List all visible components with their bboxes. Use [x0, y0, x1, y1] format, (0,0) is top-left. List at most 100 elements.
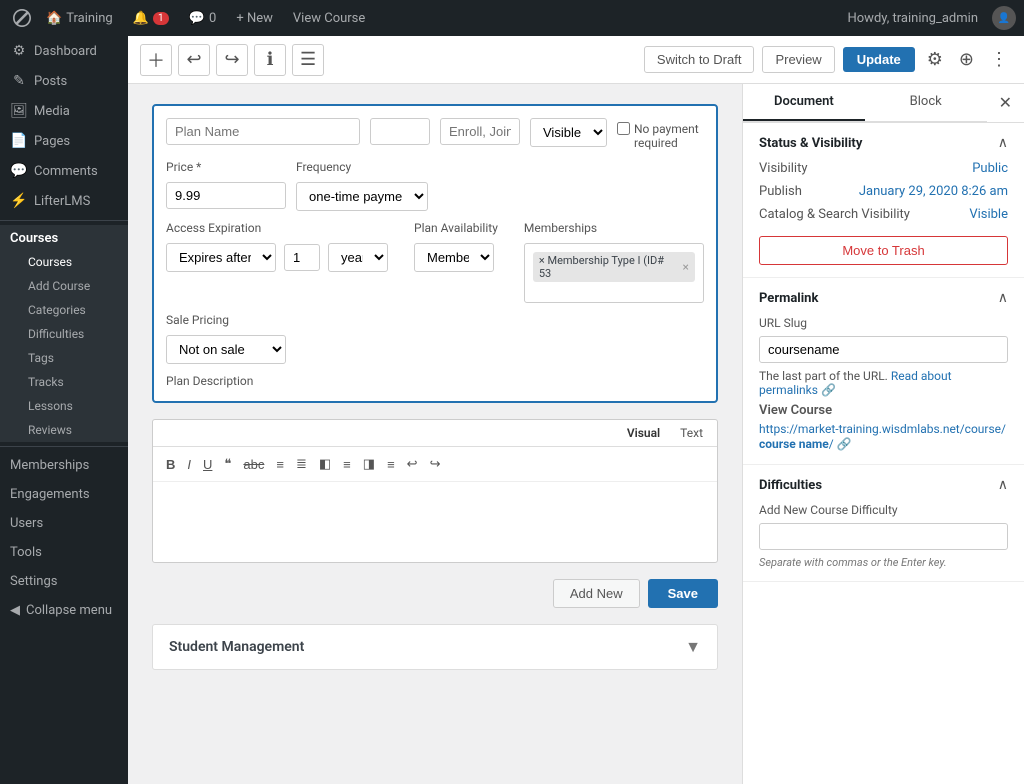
list-view-button[interactable]: ☰	[292, 44, 324, 76]
blockquote-button[interactable]: ❝	[219, 453, 236, 475]
plan-visible-select[interactable]: Visible	[530, 118, 607, 147]
sale-pricing-select[interactable]: Not on sale	[166, 335, 286, 364]
wp-logo[interactable]	[8, 0, 36, 36]
courses-section-header[interactable]: Courses	[0, 225, 128, 250]
catalog-search-value[interactable]: Visible	[969, 207, 1008, 222]
sidebar-item-categories[interactable]: Categories	[0, 298, 128, 322]
difficulty-hint: Separate with commas or the Enter key.	[759, 556, 1008, 569]
sidebar-item-tracks[interactable]: Tracks	[0, 370, 128, 394]
sidebar-item-lifterLMS[interactable]: ⚡ LifterLMS	[0, 186, 128, 216]
lifterLMS-label: LifterLMS	[34, 194, 90, 209]
text-content-area[interactable]	[153, 482, 717, 562]
undo-button[interactable]: ↩	[178, 44, 210, 76]
difficulty-input[interactable]	[759, 523, 1008, 550]
bold-button[interactable]: B	[161, 454, 180, 475]
sidebar-item-engagements[interactable]: Engagements	[0, 480, 128, 509]
underline-button[interactable]: U	[198, 454, 217, 475]
sidebar-item-pages[interactable]: 📄 Pages	[0, 126, 128, 156]
sidebar-item-dashboard[interactable]: ⚙ Dashboard	[0, 36, 128, 66]
plan-price-col-mini	[370, 118, 430, 145]
save-plan-button[interactable]: Save	[648, 579, 718, 608]
difficulties-toggle[interactable]: ∧	[998, 477, 1008, 493]
dashboard-label: Dashboard	[34, 44, 97, 59]
strikethrough-button[interactable]: abc	[238, 454, 269, 475]
memberships-label: Memberships	[10, 458, 89, 473]
plan-name-input[interactable]	[166, 118, 360, 145]
frequency-select[interactable]: one-time payme	[296, 182, 428, 211]
membership-tag-text: × Membership Type I (ID# 53	[539, 254, 679, 280]
italic-button[interactable]: I	[182, 454, 196, 475]
plan-expiration-row: Access Expiration Expires after year	[166, 221, 704, 303]
adminbar-greeting[interactable]: Howdy, training_admin	[837, 11, 988, 26]
redo-text-button[interactable]: ↪	[425, 453, 446, 475]
publish-value[interactable]: January 29, 2020 8:26 am	[859, 184, 1008, 199]
sidebar-item-difficulties[interactable]: Difficulties	[0, 322, 128, 346]
undo-text-button[interactable]: ↩	[402, 453, 423, 475]
tab-document[interactable]: Document	[743, 84, 865, 121]
settings-gear-button[interactable]: ⚙	[923, 45, 947, 74]
sidebar-item-posts[interactable]: ✎ Posts	[0, 66, 128, 96]
add-block-button[interactable]: ＋	[140, 44, 172, 76]
adminbar-notifications[interactable]: 🔔 1	[123, 0, 179, 36]
sidebar-item-users[interactable]: Users	[0, 509, 128, 538]
adminbar-site[interactable]: 🏠 Training	[36, 0, 123, 36]
unordered-list-button[interactable]: ≡	[271, 454, 289, 475]
plan-enroll-input[interactable]	[440, 118, 520, 145]
align-center-button[interactable]: ≡	[338, 454, 356, 475]
sidebar-item-media[interactable]: 🖼 Media	[0, 96, 128, 126]
view-course-link[interactable]: https://market-training.wisdmlabs.net/co…	[759, 422, 1006, 451]
add-new-plan-button[interactable]: Add New	[553, 579, 640, 608]
align-left-button[interactable]: ◧	[314, 453, 336, 475]
url-slug-label: URL Slug	[759, 316, 807, 330]
tab-visual[interactable]: Visual	[621, 424, 666, 442]
courses-section-title: Courses	[10, 231, 58, 246]
sidebar-item-tools[interactable]: Tools	[0, 538, 128, 567]
permalink-toggle[interactable]: ∧	[998, 290, 1008, 306]
preview-button[interactable]: Preview	[762, 46, 834, 73]
sidebar-item-tags[interactable]: Tags	[0, 346, 128, 370]
url-slug-input[interactable]	[759, 336, 1008, 363]
adminbar-view-course[interactable]: View Course	[283, 0, 375, 36]
expires-after-select[interactable]: Expires after	[166, 243, 276, 272]
posts-icon: ✎	[10, 73, 28, 89]
publish-label: Publish	[759, 184, 802, 199]
categories-label: Categories	[28, 303, 86, 317]
sidebar-item-memberships[interactable]: Memberships	[0, 451, 128, 480]
engagements-label: Engagements	[10, 487, 90, 502]
plan-availability-select[interactable]: Member	[414, 243, 494, 272]
sidebar-item-collapse[interactable]: ◀ Collapse menu	[0, 596, 128, 625]
price-input[interactable]	[166, 182, 286, 209]
dashboard-icon: ⚙	[10, 43, 28, 59]
memberships-box[interactable]: × Membership Type I (ID# 53 ×	[524, 243, 704, 303]
plan-price-mini-input[interactable]	[370, 118, 430, 145]
sidebar-item-reviews[interactable]: Reviews	[0, 418, 128, 442]
visibility-value[interactable]: Public	[972, 161, 1008, 176]
align-justify-button[interactable]: ≡	[382, 454, 400, 475]
switch-draft-button[interactable]: Switch to Draft	[644, 46, 755, 73]
more-options-button[interactable]: ⋮	[986, 45, 1012, 74]
align-right-button[interactable]: ◨	[358, 453, 380, 475]
sidebar-item-lessons[interactable]: Lessons	[0, 394, 128, 418]
update-button[interactable]: Update	[843, 47, 915, 72]
info-button[interactable]: ℹ	[254, 44, 286, 76]
no-payment-checkbox[interactable]	[617, 122, 630, 135]
student-management[interactable]: Student Management ▼	[152, 624, 718, 670]
adminbar-new[interactable]: + New	[226, 0, 283, 36]
status-visibility-toggle[interactable]: ∧	[998, 135, 1008, 151]
expiry-unit-select[interactable]: year	[328, 243, 388, 272]
redo-button[interactable]: ↪	[216, 44, 248, 76]
expiry-number-input[interactable]	[284, 244, 320, 271]
sidebar-item-settings[interactable]: Settings	[0, 567, 128, 596]
membership-tag-remove[interactable]: ×	[682, 260, 688, 274]
settings-label: Settings	[10, 574, 57, 589]
sidebar-item-comments[interactable]: 💬 Comments	[0, 156, 128, 186]
share-button[interactable]: ⊕	[955, 45, 978, 74]
sidebar-close-button[interactable]: ✕	[987, 85, 1024, 121]
tab-text[interactable]: Text	[674, 424, 709, 442]
sidebar-item-add-course[interactable]: Add Course	[0, 274, 128, 298]
move-trash-button[interactable]: Move to Trash	[759, 236, 1008, 265]
ordered-list-button[interactable]: ≣	[291, 453, 312, 475]
sidebar-item-courses[interactable]: Courses	[0, 250, 128, 274]
adminbar-comments[interactable]: 💬 0	[179, 0, 227, 36]
tab-block[interactable]: Block	[865, 84, 987, 121]
